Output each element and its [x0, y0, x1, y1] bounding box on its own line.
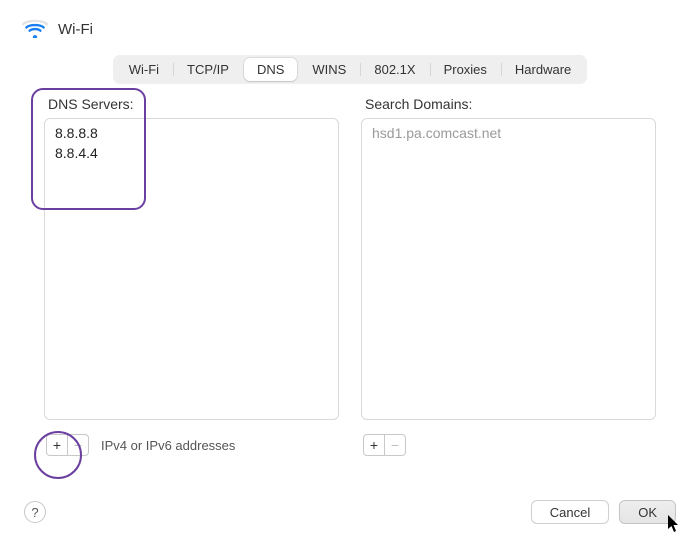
dns-servers-label: DNS Servers:: [48, 96, 339, 112]
help-button[interactable]: ?: [24, 501, 46, 523]
list-item[interactable]: 8.8.8.8: [55, 123, 328, 143]
tab-8021x[interactable]: 802.1X: [361, 58, 428, 81]
dns-add-button[interactable]: +: [46, 434, 68, 456]
dns-remove-button[interactable]: −: [67, 434, 89, 456]
dns-servers-list[interactable]: 8.8.8.8 8.8.4.4: [44, 118, 339, 420]
page-title: Wi-Fi: [58, 21, 93, 38]
tab-tcpip[interactable]: TCP/IP: [174, 58, 242, 81]
tab-proxies[interactable]: Proxies: [431, 58, 500, 81]
wifi-icon: [22, 18, 48, 41]
search-domains-list[interactable]: hsd1.pa.comcast.net: [361, 118, 656, 420]
list-item[interactable]: 8.8.4.4: [55, 143, 328, 163]
tab-wins[interactable]: WINS: [299, 58, 359, 81]
search-add-button[interactable]: +: [363, 434, 385, 456]
list-item[interactable]: hsd1.pa.comcast.net: [372, 123, 645, 143]
search-remove-button[interactable]: −: [384, 434, 406, 456]
search-domains-label: Search Domains:: [365, 96, 656, 112]
tab-bar: Wi-Fi TCP/IP DNS WINS 802.1X Proxies Har…: [113, 55, 588, 84]
dns-hint: IPv4 or IPv6 addresses: [101, 438, 235, 453]
tab-dns[interactable]: DNS: [244, 58, 297, 81]
cancel-button[interactable]: Cancel: [531, 500, 609, 524]
ok-button[interactable]: OK: [619, 500, 676, 524]
tab-wifi[interactable]: Wi-Fi: [116, 58, 172, 81]
tab-hardware[interactable]: Hardware: [502, 58, 584, 81]
